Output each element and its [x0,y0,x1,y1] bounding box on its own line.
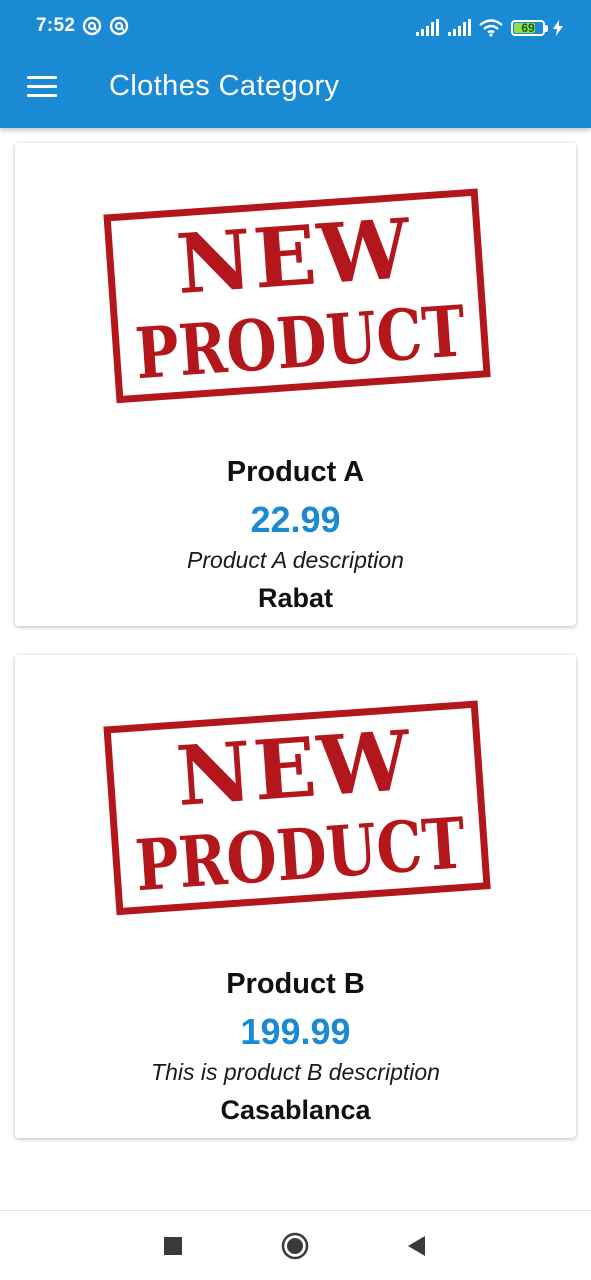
product-price: 199.99 [240,1011,351,1052]
wifi-icon [479,19,503,37]
signal-icon [448,19,471,36]
battery-icon: 69 [511,20,545,36]
battery-level: 69 [521,21,535,35]
hamburger-menu-icon[interactable] [27,76,57,98]
status-time: 7:52 [36,15,76,36]
product-card[interactable]: NEW PRODUCT Product A 22.99 Product A de… [15,143,576,626]
battery-nub [545,24,548,32]
product-city: Rabat [257,583,333,613]
status-bar: 7:52 69 [0,0,591,56]
home-circle-icon[interactable] [280,1231,310,1261]
back-triangle-icon[interactable] [402,1231,432,1261]
screen: 7:52 69 Clothes Category NEW PRODUCT Pro… [0,0,591,1280]
new-product-stamp-image: NEW PRODUCT [103,700,491,916]
product-city: Casablanca [220,1095,371,1125]
product-image: NEW PRODUCT [15,655,576,960]
at-sign-icon [82,16,102,36]
status-icons: 69 [407,15,563,41]
product-list: NEW PRODUCT Product A 22.99 Product A de… [0,128,591,1210]
charging-bolt-icon [553,20,563,36]
app-bar: Clothes Category [0,56,591,128]
top-bar: 7:52 69 Clothes Category [0,0,591,128]
product-name: Product B [226,968,365,1000]
system-nav-bar [0,1210,591,1280]
menu-line [27,76,57,79]
new-product-stamp-image: NEW PRODUCT [103,188,491,404]
page-title: Clothes Category [109,70,340,102]
product-description: This is product B description [151,1059,440,1085]
product-name: Product A [226,456,365,488]
product-price: 22.99 [250,499,341,540]
recents-square-icon[interactable] [158,1231,188,1261]
product-image: NEW PRODUCT [15,143,576,448]
product-description: Product A description [187,547,404,573]
at-sign-icon [109,16,129,36]
signal-icon [416,19,439,36]
product-card[interactable]: NEW PRODUCT Product B 199.99 This is pro… [15,655,576,1138]
menu-line [27,94,57,97]
menu-line [27,85,57,88]
